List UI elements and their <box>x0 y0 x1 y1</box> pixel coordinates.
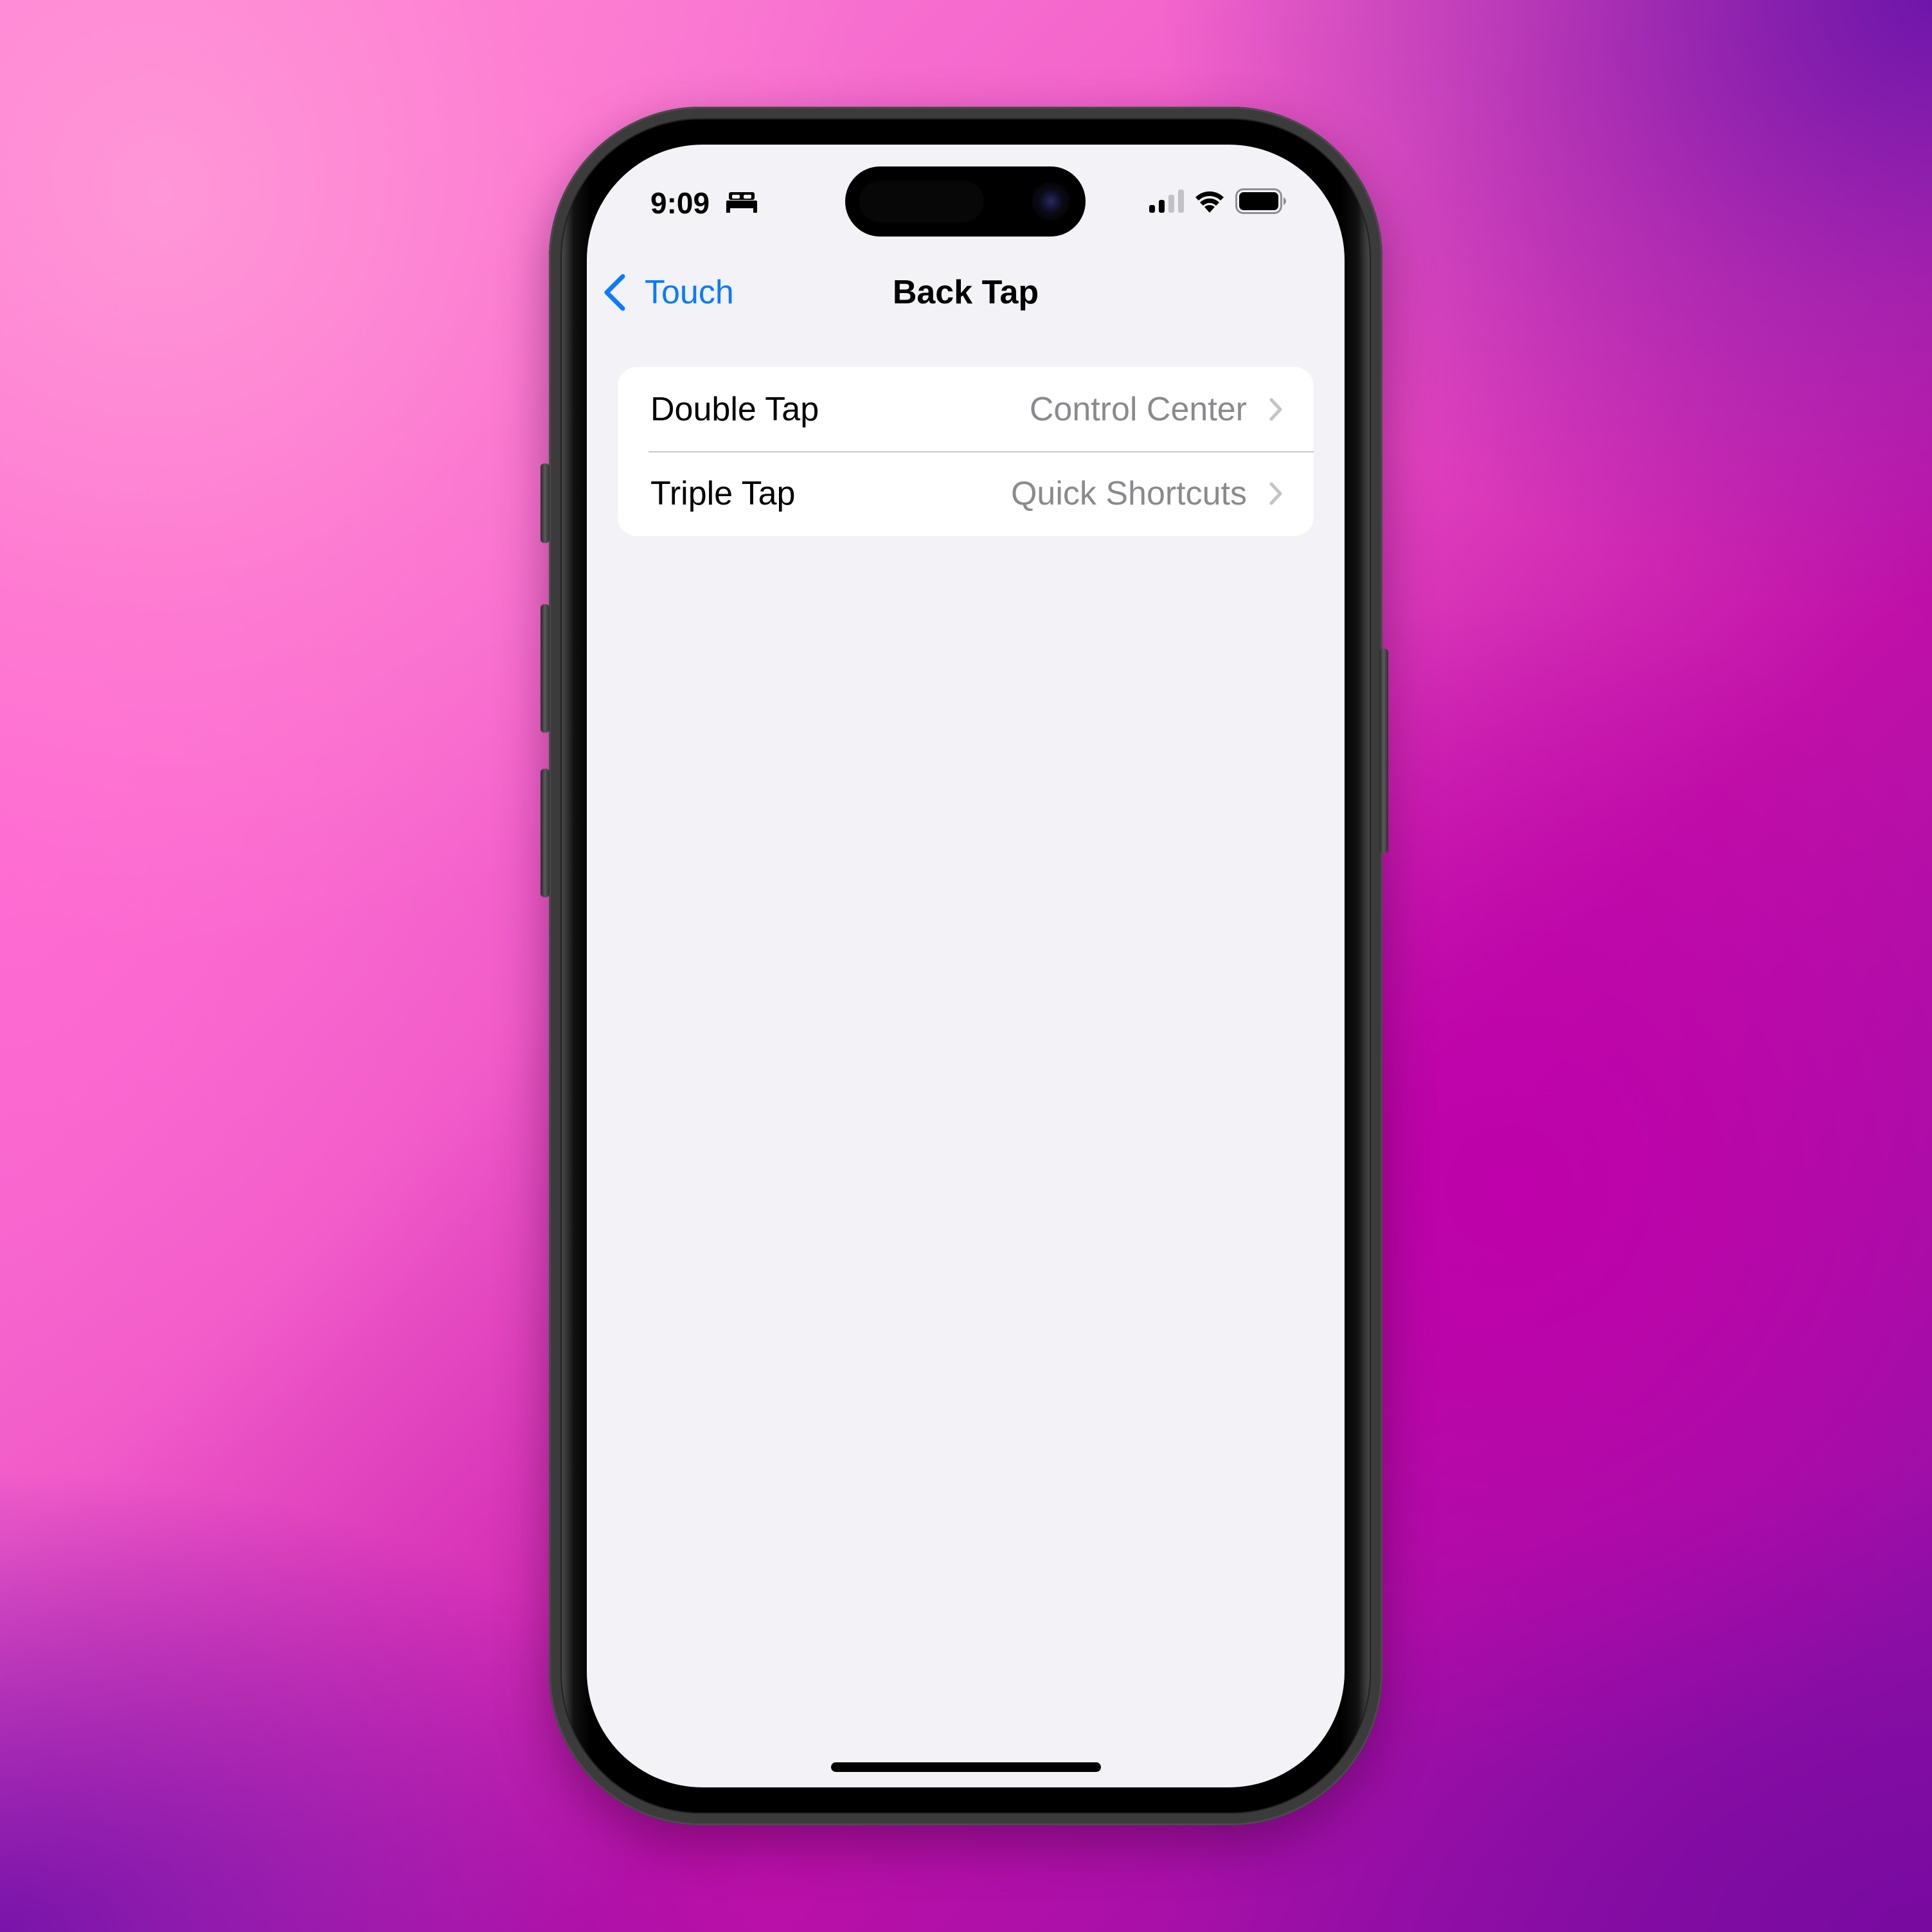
home-indicator[interactable] <box>831 1762 1101 1772</box>
action-button <box>541 463 550 543</box>
front-camera-icon <box>1032 182 1070 220</box>
row-label: Double Tap <box>650 390 819 428</box>
battery-icon <box>1235 188 1286 214</box>
signal-bar-2 <box>1159 200 1165 213</box>
signal-bar-4 <box>1178 190 1184 213</box>
back-tap-options-list: Double Tap Control Center Triple Tap Qui… <box>618 367 1314 536</box>
chevron-right-icon <box>1269 482 1282 505</box>
volume-down-button <box>541 769 550 897</box>
list-item-double-tap[interactable]: Double Tap Control Center <box>618 367 1314 451</box>
dynamic-island <box>845 166 1086 237</box>
power-button <box>1379 648 1388 854</box>
screen: 9:09 Touch Back Tap Double Tap Control C <box>587 145 1345 1787</box>
signal-bar-3 <box>1168 195 1174 213</box>
wifi-icon <box>1195 191 1224 213</box>
volume-up-button <box>541 604 550 733</box>
row-value: Quick Shortcuts <box>1010 474 1247 512</box>
status-time: 9:09 <box>650 186 710 220</box>
row-value: Control Center <box>1029 390 1247 428</box>
row-label: Triple Tap <box>650 474 796 512</box>
island-sensor <box>859 181 984 222</box>
bed-icon <box>726 192 757 213</box>
list-item-triple-tap[interactable]: Triple Tap Quick Shortcuts <box>618 451 1314 535</box>
chevron-right-icon <box>1269 398 1282 420</box>
cellular-signal-icon <box>1149 190 1184 213</box>
signal-bar-1 <box>1149 205 1155 213</box>
page-title: Back Tap <box>892 274 1039 311</box>
